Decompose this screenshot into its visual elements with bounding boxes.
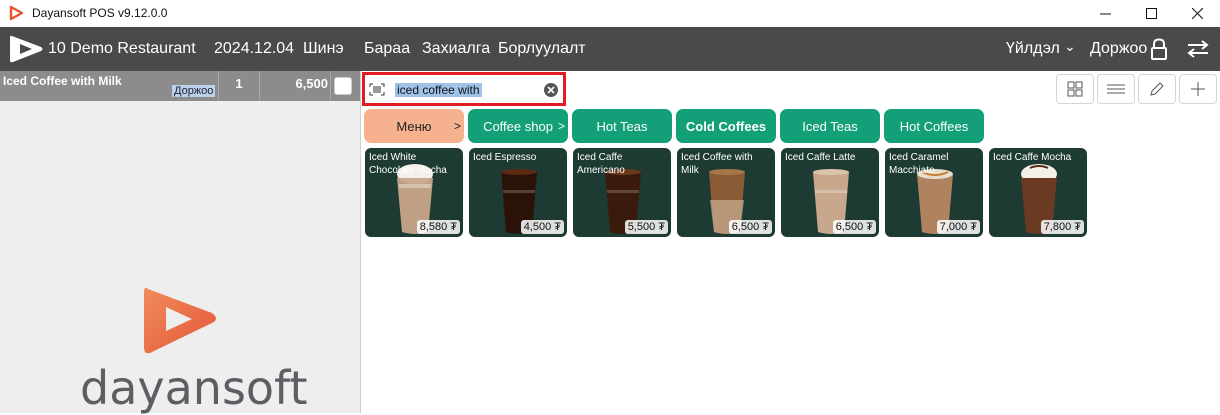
maximize-button[interactable] — [1128, 0, 1174, 26]
order-item-quantity[interactable]: 1 — [218, 71, 260, 101]
close-window-button[interactable] — [1174, 0, 1220, 26]
list-view-button[interactable] — [1097, 74, 1135, 104]
dayansoft-logo-icon — [10, 35, 43, 63]
product-price: 7,800 ₮ — [1040, 220, 1084, 234]
clear-search-icon[interactable] — [543, 82, 559, 98]
product-tile[interactable]: Iced Caffe Latte 6,500 ₮ — [781, 148, 879, 237]
menu-new[interactable]: Шинэ — [303, 40, 344, 58]
product-price: 4,500 ₮ — [520, 220, 564, 234]
edit-button[interactable] — [1138, 74, 1176, 104]
service-menu[interactable]: Үйлдэл — [1006, 40, 1060, 58]
brand-wordmark: dayansoft — [80, 361, 308, 415]
order-line-item[interactable]: Iced Coffee with Milk Доржоо 1 6,500 — [0, 71, 360, 101]
category-cold-coffees[interactable]: Cold Coffees — [676, 109, 776, 143]
order-item-price: 6,500 — [295, 76, 328, 91]
app-logo-icon — [9, 5, 24, 21]
product-name: Iced Espresso — [473, 152, 537, 163]
product-name: Iced Caffe Americano — [577, 152, 625, 176]
order-item-checkbox[interactable] — [334, 77, 352, 95]
product-tile[interactable]: Iced Caffe Americano 5,500 ₮ — [573, 148, 671, 237]
service-dropdown-icon[interactable]: ⌄ — [1064, 38, 1076, 55]
product-name: Iced Caffe Mocha — [993, 152, 1072, 163]
product-name: Iced Caffe Latte — [785, 152, 856, 163]
restaurant-name: 10 Demo Restaurant — [48, 40, 196, 57]
lock-icon[interactable] — [1150, 38, 1168, 60]
close-icon — [1191, 7, 1203, 19]
product-price: 6,500 ₮ — [728, 220, 772, 234]
list-icon — [1107, 84, 1125, 94]
product-price: 8,580 ₮ — [416, 220, 460, 234]
minimize-button[interactable] — [1082, 0, 1128, 26]
category-hot-coffees[interactable]: Hot Coffees — [884, 109, 984, 143]
product-name: Iced Coffee with Milk — [681, 152, 753, 176]
window-titlebar: Dayansoft POS v9.12.0.0 — [0, 0, 1220, 26]
category-label: Coffee shop — [483, 118, 553, 134]
product-search-box[interactable]: iced coffee with — [362, 72, 566, 106]
category-expand-arrow: > — [453, 119, 461, 133]
product-tile[interactable]: Iced White Chocolate Mocha 8,580 ₮ — [365, 148, 463, 237]
category-coffee-shop[interactable]: Coffee shop > — [468, 109, 568, 143]
maximize-icon — [1145, 7, 1157, 19]
product-name: Iced Caramel Macchiato — [889, 152, 949, 176]
user-name[interactable]: Доржоо — [1090, 40, 1147, 58]
category-iced-teas[interactable]: Iced Teas — [780, 109, 880, 143]
order-item-name: Iced Coffee with Milk — [3, 74, 122, 88]
product-price: 7,000 ₮ — [936, 220, 980, 234]
barcode-scan-icon[interactable] — [369, 83, 385, 96]
main-menubar: 10 Demo Restaurant 2024.12.04 Шинэ Бараа… — [0, 27, 1220, 71]
order-row-divider — [330, 71, 331, 101]
product-tile[interactable]: Iced Caffe Mocha 7,800 ₮ — [989, 148, 1087, 237]
order-panel: Iced Coffee with Milk Доржоо 1 6,500 day… — [0, 71, 361, 415]
menu-orders[interactable]: Захиалга — [422, 40, 490, 58]
minimize-icon — [1099, 13, 1111, 14]
product-tile[interactable]: Iced Espresso 4,500 ₮ — [469, 148, 567, 237]
search-input[interactable]: iced coffee with — [395, 83, 482, 97]
category-expand-arrow: > — [557, 119, 565, 133]
menu-products[interactable]: Бараа — [364, 40, 410, 58]
grid-icon — [1067, 81, 1083, 97]
product-price: 6,500 ₮ — [832, 220, 876, 234]
product-price: 5,500 ₮ — [624, 220, 668, 234]
category-label: Меню — [396, 118, 432, 134]
category-hot-teas[interactable]: Hot Teas — [572, 109, 672, 143]
grid-view-button[interactable] — [1056, 74, 1094, 104]
category-label: Hot Teas — [596, 118, 648, 134]
business-date: 2024.12.04 — [214, 40, 295, 57]
menu-sales[interactable]: Борлуулалт — [498, 40, 586, 58]
product-tile[interactable]: Iced Caramel Macchiato 7,000 ₮ — [885, 148, 983, 237]
switch-arrows-icon[interactable] — [1186, 39, 1210, 59]
window-title: Dayansoft POS v9.12.0.0 — [32, 6, 168, 20]
product-name: Iced White Chocolate Mocha — [369, 152, 447, 176]
pencil-icon — [1150, 82, 1164, 96]
add-button[interactable] — [1179, 74, 1217, 104]
plus-icon — [1191, 82, 1205, 96]
order-item-user-tag: Доржоо — [172, 85, 216, 97]
category-label: Cold Coffees — [685, 118, 767, 134]
category-label: Hot Coffees — [899, 118, 969, 134]
category-label: Iced Teas — [802, 118, 858, 134]
brand-watermark: dayansoft — [80, 281, 307, 415]
category-menu[interactable]: Меню > — [364, 109, 464, 143]
dayansoft-brand-logo-icon — [144, 287, 216, 354]
product-tile[interactable]: Iced Coffee with Milk 6,500 ₮ — [677, 148, 775, 237]
